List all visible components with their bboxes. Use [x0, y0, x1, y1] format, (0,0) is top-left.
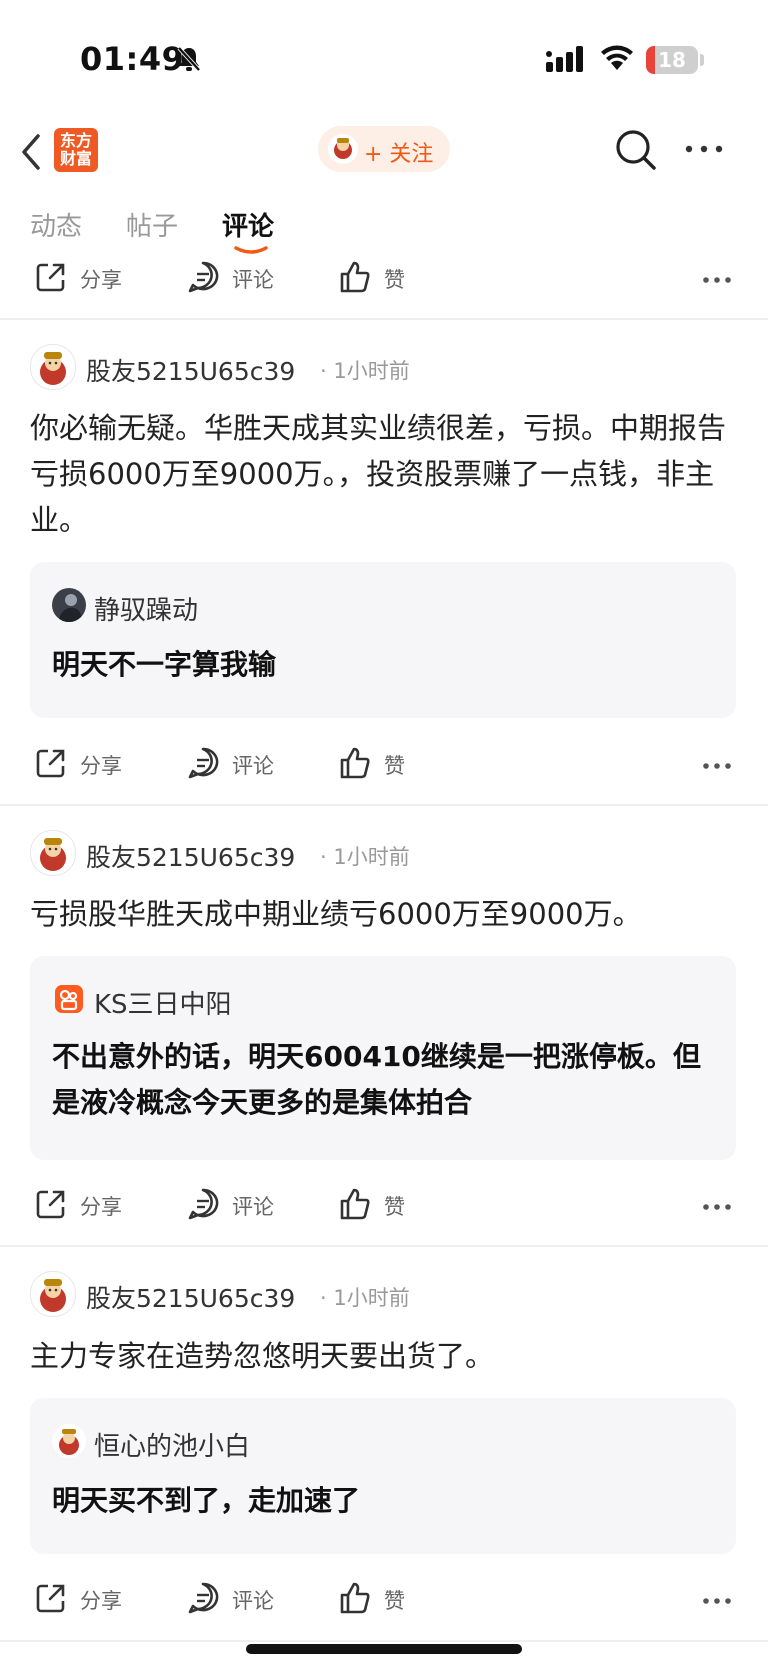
fortune-god-avatar-icon [52, 1424, 86, 1458]
logo-line2: 财富 [59, 149, 92, 168]
fortune-god-avatar-icon [40, 838, 66, 871]
wifi-icon [601, 45, 633, 70]
share-icon [36, 1190, 65, 1219]
mute-bell-icon [177, 46, 201, 72]
fortune-god-avatar-icon [40, 352, 66, 385]
post-content: 亏损股华胜天成中期业绩亏6000万至9000万。 [30, 897, 642, 931]
follow-button[interactable]: + 关注 [318, 126, 450, 172]
more-options-icon[interactable] [684, 144, 724, 154]
logo-line1: 东方 [59, 131, 92, 150]
follow-label: + 关注 [364, 142, 434, 167]
back-arrow-icon[interactable] [18, 132, 44, 172]
quoted-post[interactable]: 静驭躁动 明天不一字算我输 [30, 562, 736, 718]
kuaishou-avatar-icon [55, 985, 83, 1013]
more-icon[interactable] [702, 1203, 732, 1211]
user-avatar[interactable] [30, 344, 76, 390]
profile-avatar-icon [328, 134, 358, 164]
more-icon[interactable] [702, 276, 732, 284]
post-time: · 1小时前 [320, 359, 410, 383]
share-label: 分享 [80, 754, 122, 778]
more-icon[interactable] [702, 762, 732, 770]
post-time: · 1小时前 [320, 845, 410, 869]
search-icon[interactable] [614, 128, 658, 172]
comment-label: 评论 [232, 754, 274, 778]
action-bar: 分享 评论 赞 [0, 734, 768, 794]
portrait-avatar-icon [52, 588, 86, 622]
share-label: 分享 [80, 268, 122, 292]
battery-indicator: 18 [646, 46, 698, 74]
like-label: 赞 [384, 1195, 405, 1219]
thumbs-up-icon [340, 1582, 370, 1614]
post-header: 股友5215U65c39 · 1小时前 [30, 830, 730, 878]
action-bar: 分享 评论 赞 [0, 248, 768, 308]
quoted-user-avatar [52, 982, 86, 1016]
thumbs-up-icon [340, 747, 370, 779]
divider [0, 804, 768, 806]
comment-icon [188, 747, 219, 779]
share-label: 分享 [80, 1589, 122, 1613]
tab-posts[interactable]: 帖子 [126, 206, 178, 243]
share-label: 分享 [80, 1195, 122, 1219]
share-icon [36, 263, 65, 292]
share-icon [36, 1584, 65, 1613]
tab-comments[interactable]: 评论 [222, 206, 274, 243]
post-time: · 1小时前 [320, 1286, 410, 1310]
quoted-text: 不出意外的话，明天600410继续是一把涨停板。但是液冷概念今天更多的是集体拍合 [52, 1040, 701, 1119]
action-bar: 分享 评论 赞 [0, 1175, 768, 1235]
tab-dynamics[interactable]: 动态 [30, 206, 82, 243]
divider [0, 1245, 768, 1247]
like-label: 赞 [384, 268, 405, 292]
like-label: 赞 [384, 754, 405, 778]
quoted-username: 静驭躁动 [94, 596, 199, 626]
fortune-god-avatar-icon [40, 1279, 66, 1312]
status-bar: 01:49 18 [0, 0, 768, 120]
divider [0, 318, 768, 320]
home-indicator[interactable] [246, 1644, 522, 1654]
quoted-text: 明天买不到了，走加速了 [52, 1484, 361, 1517]
quoted-user-avatar [52, 1424, 86, 1458]
app-logo[interactable]: 东方 财富 [54, 128, 98, 172]
status-time: 01:49 [80, 40, 185, 78]
user-avatar[interactable] [30, 830, 76, 876]
comment-label: 评论 [232, 268, 274, 292]
comment-label: 评论 [232, 1589, 274, 1613]
comment-icon [188, 1582, 219, 1614]
comment-icon [188, 261, 219, 293]
share-icon [36, 749, 65, 778]
cellular-signal-icon [546, 46, 583, 72]
thumbs-up-icon [340, 261, 370, 293]
user-avatar[interactable] [30, 1271, 76, 1317]
quoted-username: KS三日中阳 [94, 990, 232, 1020]
divider [0, 1640, 768, 1642]
username[interactable]: 股友5215U65c39 [86, 838, 295, 874]
action-bar: 分享 评论 赞 [0, 1569, 768, 1629]
quoted-user-avatar [52, 588, 86, 622]
like-label: 赞 [384, 1589, 405, 1613]
username[interactable]: 股友5215U65c39 [86, 1279, 295, 1315]
username[interactable]: 股友5215U65c39 [86, 352, 295, 388]
comment-label: 评论 [232, 1195, 274, 1219]
quoted-text: 明天不一字算我输 [52, 648, 277, 681]
top-nav: 东方 财富 + 关注 [0, 120, 768, 184]
post-content: 你必输无疑。华胜天成其实业绩很差，亏损。中期报告亏损6000万至9000万。，投… [30, 411, 727, 537]
battery-tip [700, 54, 704, 66]
quoted-username: 恒心的池小白 [94, 1432, 251, 1462]
post-header: 股友5215U65c39 · 1小时前 [30, 1271, 730, 1319]
quoted-post[interactable]: 恒心的池小白 明天买不到了，走加速了 [30, 1398, 736, 1554]
post-header: 股友5215U65c39 · 1小时前 [30, 344, 730, 392]
post-content: 主力专家在造势忽悠明天要出货了。 [30, 1339, 495, 1373]
profile-tabs: 动态 帖子 评论 [0, 200, 768, 254]
more-icon[interactable] [702, 1597, 732, 1605]
quoted-post[interactable]: KS三日中阳 不出意外的话，明天600410继续是一把涨停板。但是液冷概念今天更… [30, 956, 736, 1160]
battery-level: 18 [658, 48, 686, 72]
comment-icon [188, 1188, 219, 1220]
thumbs-up-icon [340, 1188, 370, 1220]
